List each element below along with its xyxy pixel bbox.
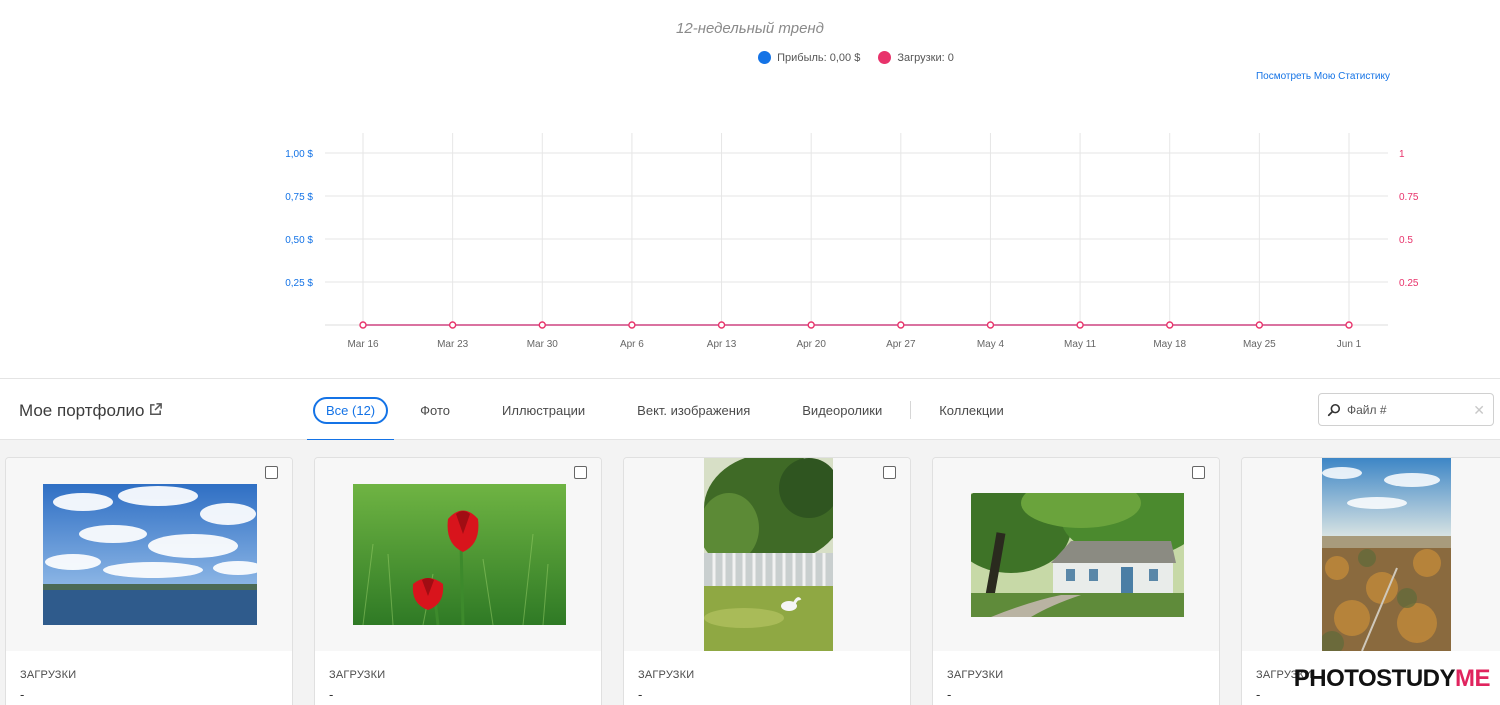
data-point	[448, 321, 457, 329]
card-downloads-value: -	[947, 687, 952, 702]
file-search-box[interactable]: ✕	[1318, 393, 1494, 426]
x-tick-label: May 11	[1064, 339, 1096, 350]
card-image-area	[315, 458, 601, 651]
x-tick-label: Jun 1	[1337, 339, 1362, 350]
tab-videos[interactable]: Видеоролики	[776, 379, 908, 441]
y-left-tick-label: 0,25 $	[285, 278, 313, 289]
thumbnail-old-house[interactable]	[971, 493, 1184, 617]
x-tick-label: Apr 20	[796, 339, 826, 350]
thumbnail-lake-sky[interactable]	[43, 484, 257, 625]
x-tick-label: May 4	[977, 339, 1005, 350]
card-select-checkbox[interactable]	[883, 466, 896, 479]
asset-card[interactable]: ЗАГРУЗКИ -	[5, 457, 293, 705]
card-image-area	[6, 458, 292, 651]
asset-card[interactable]: ЗАГРУЗКИ -	[314, 457, 602, 705]
tab-collections[interactable]: Коллекции	[913, 379, 1030, 441]
tab-all-label: Все (12)	[313, 396, 389, 424]
asset-card[interactable]: ЗАГРУЗКИ -	[932, 457, 1220, 705]
thumbnail-goose-fence[interactable]	[704, 458, 833, 651]
y-right-tick-label: 1	[1399, 149, 1405, 160]
x-tick-label: Apr 27	[886, 339, 916, 350]
data-point	[538, 321, 546, 329]
data-point	[359, 321, 367, 329]
photostudyme-watermark: PHOTOSTUDYME	[1293, 665, 1491, 693]
tab-illustrations[interactable]: Иллюстрации	[476, 379, 611, 441]
y-right-tick-label: 0.75	[1399, 192, 1419, 203]
x-tick-label: Apr 13	[707, 339, 737, 350]
trend-chart: 0,25 $ 0,50 $ 0,75 $ 1,00 $ 0.25 0.5 0.75 1 Mar …	[285, 133, 1419, 350]
card-downloads-label: ЗАГРУЗКИ	[329, 669, 386, 681]
tab-photos[interactable]: Фото	[394, 379, 476, 441]
data-point	[1255, 321, 1264, 329]
data-point	[1166, 321, 1174, 329]
y-right-tick-label: 0.25	[1399, 278, 1419, 289]
x-tick-label: Mar 23	[437, 339, 469, 350]
external-link-icon[interactable]	[148, 402, 163, 417]
card-select-checkbox[interactable]	[574, 466, 587, 479]
data-point	[628, 321, 636, 329]
card-downloads-value: -	[329, 687, 334, 702]
portfolio-tabs: Все (12) Фото Иллюстрации Вект. изображе…	[307, 379, 1030, 442]
trend-chart-section: 12-недельный тренд Прибыль: 0,00 $ Загру…	[0, 0, 1500, 378]
watermark-accent: ME	[1455, 665, 1491, 692]
x-tick-label: Mar 16	[347, 339, 379, 350]
data-point	[897, 321, 905, 329]
card-downloads-value: -	[1256, 687, 1261, 702]
tab-all[interactable]: Все (12)	[307, 379, 395, 442]
x-tick-label: Mar 30	[527, 339, 559, 350]
card-image-area	[624, 458, 910, 651]
data-point	[1076, 321, 1084, 329]
portfolio-toolbar: Мое портфолио Все (12) Фото Иллюстрации …	[0, 378, 1500, 442]
x-tick-label: Apr 6	[620, 339, 644, 350]
card-downloads-value: -	[638, 687, 643, 702]
card-downloads-label: ЗАГРУЗКИ	[947, 669, 1004, 681]
search-icon	[1327, 403, 1341, 416]
x-tick-label: May 25	[1243, 339, 1276, 350]
tab-vectors[interactable]: Вект. изображения	[611, 379, 776, 441]
thumbnail-aerial-town[interactable]	[1322, 458, 1451, 651]
watermark-main: PHOTOSTUDY	[1293, 665, 1456, 692]
portfolio-grid: ЗАГРУЗКИ - ЗАГРУЗКИ - ЗАГРУЗКИ - ЗАГРУЗК…	[0, 440, 1500, 705]
y-left-tick-label: 1,00 $	[285, 149, 313, 160]
asset-card[interactable]: ЗАГРУЗКИ -	[623, 457, 911, 705]
y-right-tick-label: 0.5	[1399, 235, 1413, 246]
y-left-tick-label: 0,75 $	[285, 192, 313, 203]
data-point	[717, 321, 726, 329]
card-downloads-value: -	[20, 687, 25, 702]
card-select-checkbox[interactable]	[1192, 466, 1205, 479]
card-downloads-label: ЗАГРУЗКИ	[20, 669, 77, 681]
data-point	[807, 321, 815, 329]
card-image-area	[933, 458, 1219, 651]
clear-icon[interactable]: ✕	[1473, 402, 1485, 419]
file-search-input[interactable]	[1345, 401, 1469, 418]
data-point	[1345, 321, 1353, 329]
tab-divider	[910, 401, 912, 419]
thumbnail-red-tulips[interactable]	[353, 484, 566, 625]
card-image-area	[1242, 458, 1500, 651]
y-left-tick-label: 0,50 $	[285, 235, 313, 246]
data-point	[986, 321, 995, 329]
card-select-checkbox[interactable]	[265, 466, 278, 479]
card-downloads-label: ЗАГРУЗКИ	[638, 669, 695, 681]
x-tick-label: May 18	[1153, 339, 1186, 350]
portfolio-title: Мое портфолио	[19, 401, 145, 420]
